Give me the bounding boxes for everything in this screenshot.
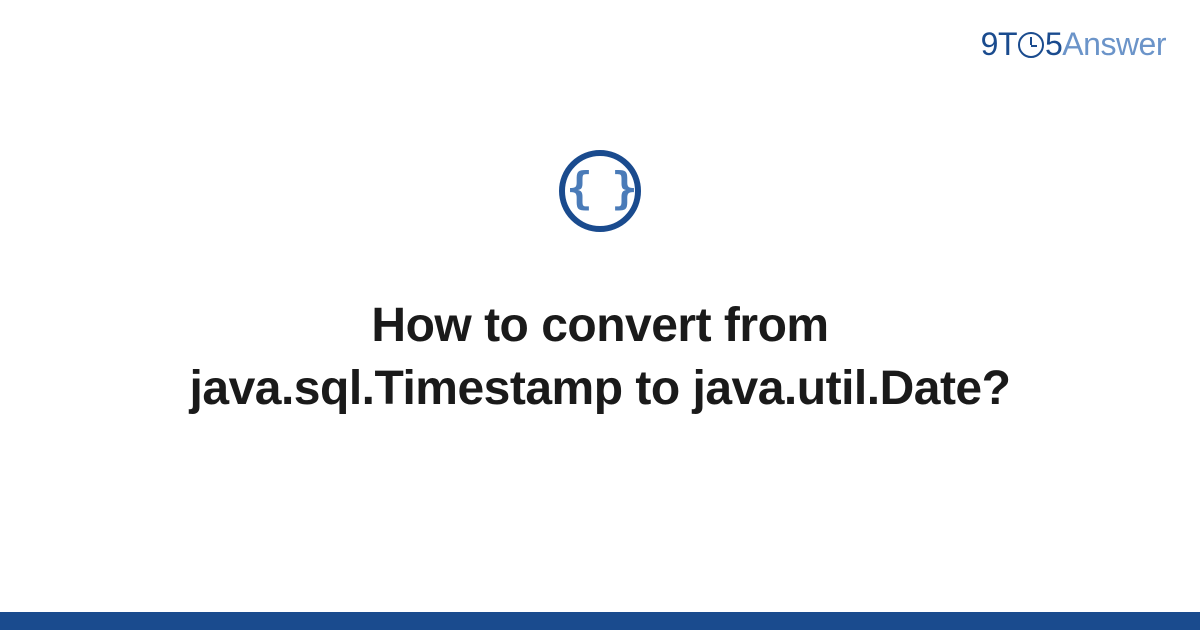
logo-middle: 5: [1045, 26, 1062, 63]
bottom-accent-bar: [0, 612, 1200, 630]
site-logo: 9T 5 Answer: [981, 26, 1166, 63]
logo-prefix: 9T: [981, 26, 1017, 63]
logo-suffix: Answer: [1062, 26, 1166, 63]
main-content: { } How to convert from java.sql.Timesta…: [0, 0, 1200, 630]
clock-icon: [1018, 32, 1044, 58]
braces-icon: { }: [566, 167, 633, 211]
question-title: How to convert from java.sql.Timestamp t…: [150, 294, 1050, 421]
category-icon-wrapper: { }: [559, 150, 641, 232]
